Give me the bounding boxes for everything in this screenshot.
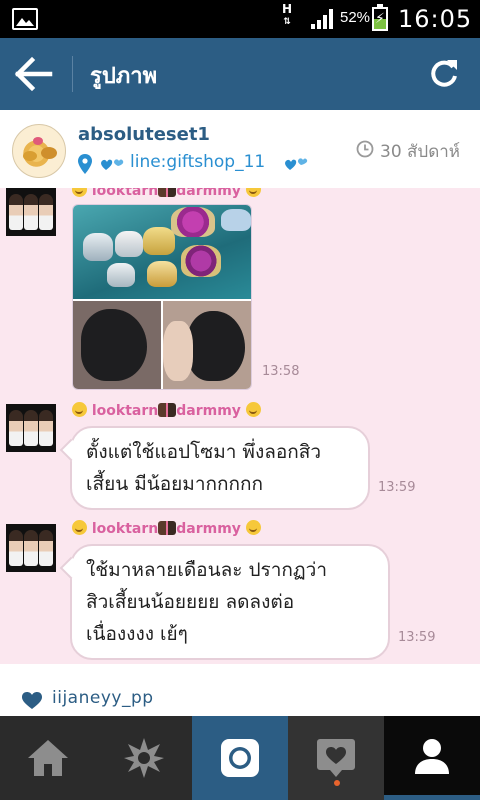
nav-home[interactable] bbox=[0, 716, 96, 800]
chat-sender: looktarn darmmy bbox=[72, 188, 261, 200]
user-avatar[interactable] bbox=[12, 124, 66, 178]
couple-emoji-icon bbox=[158, 521, 177, 535]
smile-emoji-icon bbox=[72, 520, 87, 535]
peel-mask-photo-left bbox=[73, 301, 161, 389]
nav-activity[interactable] bbox=[288, 716, 384, 800]
back-button[interactable] bbox=[12, 56, 56, 92]
chat-sender: looktarn darmmy bbox=[72, 402, 261, 420]
message-time: 13:59 bbox=[398, 630, 436, 645]
screen: H ⇅ 52% ⚡ 16:05 รูปภาพ absoluteset1 line… bbox=[0, 0, 480, 800]
notification-dot bbox=[334, 780, 340, 786]
post-username[interactable]: absoluteset1 bbox=[78, 124, 210, 145]
chat-avatar bbox=[6, 404, 56, 452]
header-divider bbox=[72, 56, 73, 92]
bottom-navigation bbox=[0, 716, 480, 800]
message-line: ใช้มาหลายเดือนละ ปรากฏว่า bbox=[86, 559, 327, 581]
network-type: H bbox=[281, 2, 293, 16]
blue-heart-icon bbox=[101, 159, 124, 170]
likes-row: iijaneyy_pp bbox=[0, 664, 480, 716]
refresh-icon bbox=[431, 60, 457, 87]
message-line: เสี้ยน มีน้อยมากกกกก bbox=[86, 473, 264, 495]
home-icon bbox=[28, 740, 68, 776]
gallery-notification-icon bbox=[12, 8, 38, 30]
location-text: line:giftshop_11 bbox=[130, 152, 266, 172]
message-line: สิวเสี้ยนน้อยยยย ลดลงต่อ bbox=[86, 591, 295, 613]
timestamp-text: 30 สัปดาห์ bbox=[380, 142, 460, 162]
status-bar: H ⇅ 52% ⚡ 16:05 bbox=[0, 0, 480, 38]
smile-emoji-icon bbox=[245, 188, 261, 197]
heart-icon bbox=[22, 692, 42, 709]
smile-emoji-icon bbox=[72, 188, 87, 197]
page-title: รูปภาพ bbox=[90, 64, 158, 89]
activity-heart-icon bbox=[317, 739, 355, 777]
nav-explore[interactable] bbox=[96, 716, 192, 800]
arrow-left-icon bbox=[14, 56, 53, 92]
message-line: ตั้งแต่ใช้แอปโซมา พึ่งลอกสิว bbox=[86, 441, 322, 463]
chat-image-collage bbox=[72, 204, 252, 390]
blue-heart-icon bbox=[285, 158, 308, 170]
clock-icon bbox=[356, 140, 374, 158]
clock-time: 16:05 bbox=[398, 5, 473, 33]
explore-star-icon bbox=[124, 738, 164, 778]
peel-mask-photo-right bbox=[163, 301, 251, 389]
charging-bolt-icon: ⚡ bbox=[375, 11, 385, 27]
liker-username[interactable]: iijaneyy_pp bbox=[52, 688, 154, 708]
profile-icon bbox=[415, 738, 449, 774]
message-time: 13:59 bbox=[378, 480, 416, 495]
couple-emoji-icon bbox=[158, 188, 177, 197]
data-arrows-icon: ⇅ bbox=[283, 17, 291, 27]
battery-charging-icon: ⚡ bbox=[372, 4, 388, 31]
data-network-icon: H ⇅ bbox=[280, 3, 294, 29]
product-jars-photo bbox=[73, 205, 251, 299]
battery-percent: 52% bbox=[340, 9, 371, 26]
chat-bubble: ใช้มาหลายเดือนละ ปรากฏว่า สิวเสี้ยนน้อยย… bbox=[70, 544, 390, 660]
chat-sender: looktarn darmmy bbox=[72, 520, 261, 538]
post-photo[interactable]: looktarn darmmy 13:58 looktarn darmmy ตั… bbox=[0, 188, 480, 664]
message-line: เนื่องงงง เย้ๆ bbox=[86, 623, 188, 645]
chat-avatar bbox=[6, 524, 56, 572]
nav-camera[interactable] bbox=[192, 716, 288, 800]
chat-bubble: ตั้งแต่ใช้แอปโซมา พึ่งลอกสิว เสี้ยน มีน้… bbox=[70, 426, 370, 510]
smile-emoji-icon bbox=[72, 402, 87, 417]
location-pin-icon bbox=[78, 154, 92, 174]
smile-emoji-icon bbox=[245, 520, 261, 535]
refresh-button[interactable] bbox=[424, 54, 464, 94]
smile-emoji-icon bbox=[245, 402, 261, 417]
signal-icon bbox=[311, 9, 333, 29]
camera-icon bbox=[221, 739, 259, 777]
message-time: 13:58 bbox=[262, 364, 300, 379]
nav-profile[interactable] bbox=[384, 716, 480, 800]
action-bar: รูปภาพ bbox=[0, 38, 480, 110]
chat-avatar bbox=[6, 188, 56, 236]
post-header: absoluteset1 line:giftshop_11 30 สัปดาห์ bbox=[0, 110, 480, 188]
couple-emoji-icon bbox=[158, 403, 177, 417]
